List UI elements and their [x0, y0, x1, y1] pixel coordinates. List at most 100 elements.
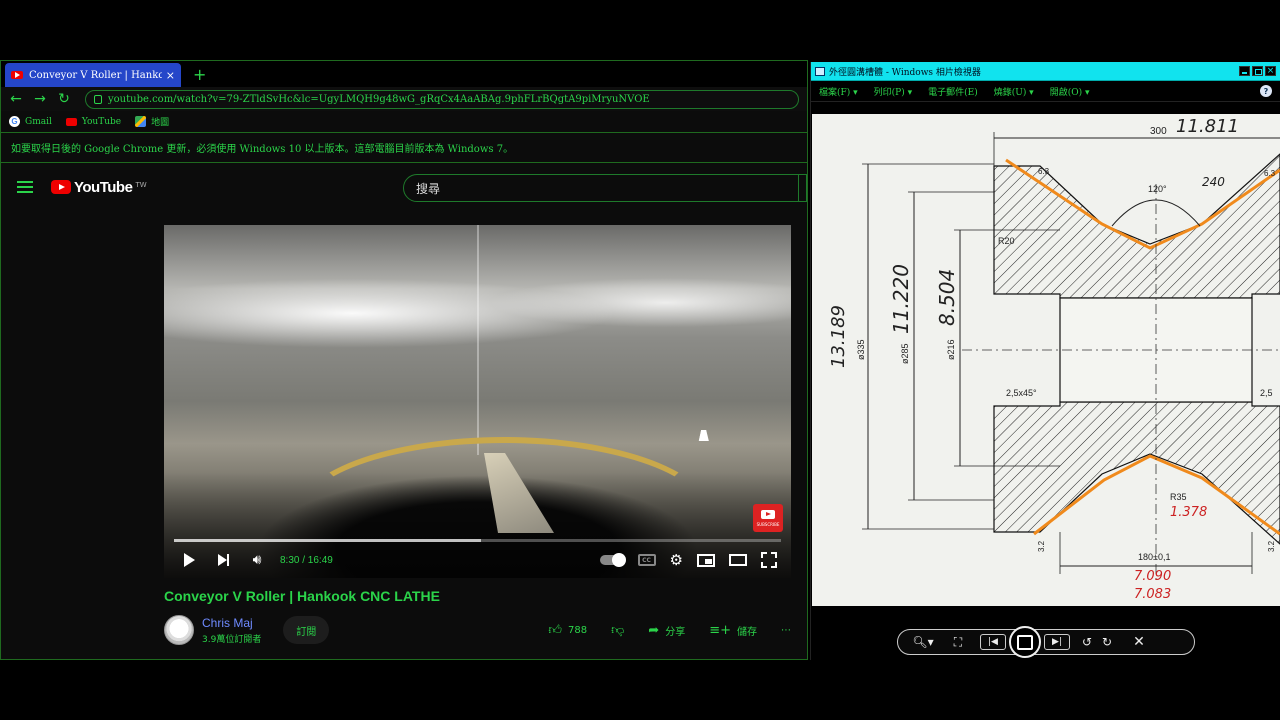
radius-r35: R35 [1170, 492, 1187, 502]
dim-300-inch: 11.811 [1176, 116, 1239, 137]
google-icon: G [9, 116, 20, 127]
browser-tab-active[interactable]: Conveyor V Roller | Hankook CNC L × [5, 63, 181, 87]
youtube-header: YouTube TW 搜尋 [1, 166, 807, 208]
fullscreen-icon[interactable] [761, 552, 777, 568]
slideshow-button[interactable] [1009, 626, 1041, 658]
thumbs-down-icon: 👎︎ [611, 622, 625, 638]
youtube-icon [65, 117, 77, 126]
bookmark-gmail[interactable]: G Gmail [9, 116, 52, 127]
share-button[interactable]: ➦ 分享 [648, 623, 685, 638]
subscribe-watermark-icon [761, 509, 775, 519]
viewer-menubar: 檔案(F) ▾ 列印(P) ▾ 電子郵件(E) 燒錄(U) ▾ 開啟(O) ▾ … [811, 81, 1280, 102]
previous-image-button[interactable]: |◀ [980, 634, 1006, 650]
youtube-logo-text: YouTube [74, 178, 133, 196]
browser-toolbar: ← → ↻ youtube.com/watch?v=79-ZTldSvHc&lc… [1, 87, 807, 111]
more-actions-button[interactable]: ⋯ [781, 625, 791, 636]
play-icon [183, 553, 195, 567]
autoplay-toggle[interactable] [599, 553, 626, 567]
bookmark-maps[interactable]: 地圖 [135, 115, 169, 128]
new-tab-button[interactable]: + [193, 65, 206, 84]
next-button[interactable] [212, 549, 234, 571]
youtube-logo[interactable]: YouTube TW [51, 179, 147, 196]
technical-drawing-image: 300 11.811 6.3 6.3 120° 240 R20 ø285 11.… [812, 114, 1280, 606]
viewer-titlebar: 外徑圓溝槽體 - Windows 相片檢視器 [811, 62, 1280, 81]
dia-216: ø216 [946, 339, 956, 360]
miniplayer-icon[interactable] [697, 553, 715, 567]
back-arrow-icon[interactable]: ← [9, 91, 23, 107]
video-title: Conveyor V Roller | Hankook CNC LATHE [164, 588, 440, 604]
share-label: 分享 [665, 626, 686, 638]
play-button[interactable] [178, 549, 200, 571]
menu-file[interactable]: 檔案(F) ▾ [819, 85, 858, 98]
reload-icon[interactable]: ↻ [57, 91, 71, 107]
channel-watermark[interactable]: SUBSCRIBE [753, 504, 783, 532]
video-frame-detail [477, 225, 479, 455]
channel-name[interactable]: Chris Maj [202, 616, 261, 630]
next-image-button[interactable]: ▶| [1044, 634, 1070, 650]
update-infobar: 如要取得日後的 Google Chrome 更新，必須使用 Windows 10… [1, 133, 807, 163]
rotate-left-icon[interactable]: ↺ [1080, 635, 1094, 649]
forward-arrow-icon[interactable]: → [33, 91, 47, 107]
bookmark-label: Gmail [25, 116, 52, 127]
photo-viewer-app-icon [815, 66, 825, 76]
search-input[interactable]: 搜尋 [403, 174, 807, 202]
bookmark-label: 地圖 [151, 118, 170, 128]
close-window-button[interactable] [1265, 66, 1276, 76]
bookmark-youtube[interactable]: YouTube [65, 116, 122, 127]
tab-strip: Conveyor V Roller | Hankook CNC L × + [1, 61, 807, 87]
chrome-window: Conveyor V Roller | Hankook CNC L × + ← … [0, 60, 808, 660]
help-icon[interactable]: ? [1260, 85, 1272, 97]
like-button[interactable]: 👍︎ 788 [548, 623, 587, 638]
minimize-button[interactable] [1239, 66, 1250, 76]
viewer-controls: 🔍︎▾ ⛶ |◀ ▶| ↺ ↻ ✕ [897, 626, 1195, 658]
radius-r35-inch: 1.378 [1170, 505, 1207, 520]
video-player[interactable]: SUBSCRIBE 🔊︎ 8:30 / 16:49 CC ⚙ [164, 225, 791, 578]
actual-size-icon[interactable]: ⛶ [950, 635, 966, 650]
watermark-text: SUBSCRIBE [756, 521, 780, 527]
subscribe-button[interactable]: 訂閱 [283, 616, 330, 644]
dia-335: ø335 [856, 339, 866, 360]
url-text: youtube.com/watch?v=79-ZTldSvHc&lc=UgyLM… [108, 93, 650, 105]
tab-title: Conveyor V Roller | Hankook CNC L [29, 69, 162, 81]
time-display: 8:30 / 16:49 [280, 554, 333, 566]
roughness-bottom-right: 3.2 [1267, 540, 1276, 552]
menu-open[interactable]: 開啟(O) ▾ [1050, 85, 1090, 98]
dia-285-inch: 11.220 [889, 264, 913, 334]
save-button[interactable]: ≡+ 儲存 [709, 623, 757, 638]
tab-close-icon[interactable]: × [166, 69, 175, 82]
playlist-add-icon: ≡+ [709, 622, 731, 638]
share-arrow-icon: ➦ [648, 622, 660, 638]
bookmarks-bar: G Gmail YouTube 地圖 [1, 111, 807, 133]
settings-gear-icon[interactable]: ⚙ [670, 551, 683, 569]
youtube-page: YouTube TW 搜尋 SUBSCRIBE 🔊︎ 8:30 / 16:49 … [1, 166, 807, 659]
bookmark-label: YouTube [81, 116, 122, 127]
address-bar[interactable]: youtube.com/watch?v=79-ZTldSvHc&lc=UgyLM… [85, 89, 799, 109]
roughness-right: 6.3 [1264, 169, 1276, 178]
maps-icon [135, 116, 147, 127]
youtube-favicon-icon [11, 71, 23, 79]
youtube-logo-icon [51, 180, 71, 194]
menu-icon[interactable] [17, 181, 33, 193]
subtitles-icon[interactable]: CC [637, 554, 656, 566]
chamfer-right-label: 2,5 [1260, 388, 1273, 398]
channel-avatar[interactable] [164, 615, 194, 645]
dislike-button[interactable]: 👎︎ [611, 623, 624, 638]
viewer-title: 外徑圓溝槽體 - Windows 相片檢視器 [829, 67, 981, 78]
hand-note-240: 240 [1202, 175, 1225, 189]
volume-icon[interactable]: 🔊︎ [246, 549, 268, 571]
dia-285: ø285 [900, 343, 910, 364]
menu-print[interactable]: 列印(P) ▾ [874, 85, 912, 98]
zoom-magnifier-icon[interactable]: 🔍︎▾ [908, 635, 938, 649]
theater-mode-icon[interactable] [729, 554, 747, 566]
delete-icon[interactable]: ✕ [1132, 634, 1146, 650]
menu-burn[interactable]: 燒錄(U) ▾ [994, 85, 1034, 98]
maximize-button[interactable] [1252, 66, 1263, 76]
search-button[interactable] [798, 174, 806, 202]
rotate-right-icon[interactable]: ↻ [1100, 635, 1114, 649]
photo-viewer-window: 外徑圓溝槽體 - Windows 相片檢視器 檔案(F) ▾ 列印(P) ▾ 電… [810, 62, 1280, 660]
thumbs-up-icon: 👍︎ [548, 622, 562, 638]
menu-email[interactable]: 電子郵件(E) [928, 85, 978, 98]
dim-300: 300 [1150, 126, 1167, 137]
dia-335-inch: 13.189 [828, 305, 849, 368]
search-placeholder: 搜尋 [416, 181, 441, 196]
